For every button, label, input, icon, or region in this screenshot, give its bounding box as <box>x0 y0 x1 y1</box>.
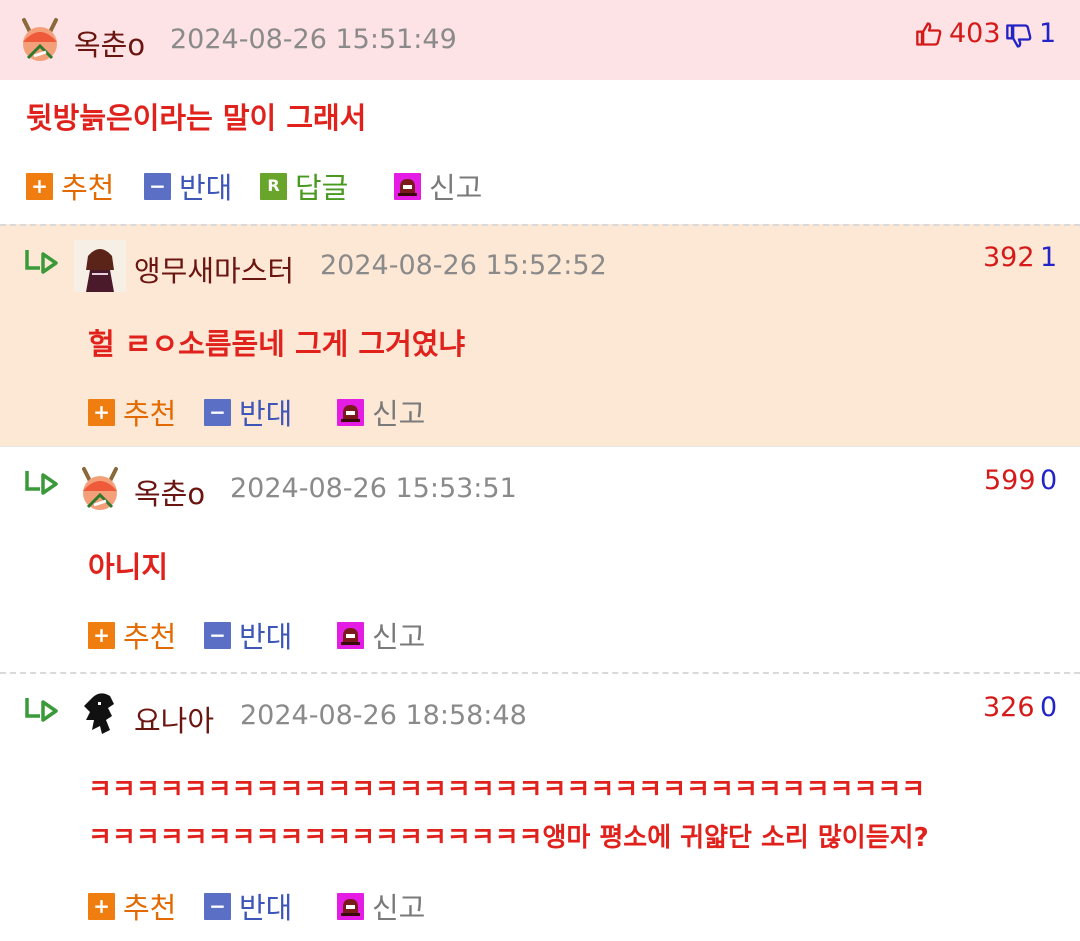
comment-1: 앵무새마스터 2024-08-26 15:52:52 392 1 헐 ㄹㅇ소름돋… <box>0 224 1080 446</box>
minus-icon: − <box>144 172 171 200</box>
recommend-button[interactable]: + 추천 <box>26 168 115 205</box>
avatar-silhouette-icon[interactable] <box>78 690 126 738</box>
oppose-button[interactable]: − 반대 <box>144 168 233 205</box>
thumbs-up-icon[interactable] <box>915 20 943 48</box>
comment-text: 아니지 <box>88 550 169 584</box>
nickname[interactable]: 옥춘o <box>134 471 205 513</box>
upvote-count: 392 <box>983 242 1035 273</box>
siren-icon <box>337 892 364 920</box>
siren-icon <box>394 172 421 200</box>
upvote-count: 326 <box>983 692 1035 723</box>
nickname[interactable]: 옥춘o <box>74 22 145 64</box>
reply-arrow-icon <box>25 471 58 495</box>
recommend-button[interactable]: + 추천 <box>88 888 177 925</box>
oppose-button[interactable]: − 반대 <box>204 617 293 654</box>
recommend-label: 추천 <box>123 891 177 925</box>
upvote-count: 403 <box>949 18 1001 49</box>
report-label: 신고 <box>372 397 426 431</box>
siren-icon <box>337 398 364 426</box>
comment-date: 2024-08-26 15:51:49 <box>170 24 457 55</box>
recommend-button[interactable]: + 추천 <box>88 394 177 431</box>
upvote-count: 599 <box>984 465 1036 496</box>
minus-icon: − <box>204 398 231 426</box>
comment-text: 뒷방늙은이라는 말이 그래서 <box>26 101 367 135</box>
report-label: 신고 <box>372 620 426 654</box>
reply-button[interactable]: R 답글 <box>260 168 349 205</box>
plus-icon: + <box>26 172 53 200</box>
oppose-button[interactable]: − 반대 <box>204 394 293 431</box>
comment-date: 2024-08-26 15:52:52 <box>320 250 607 281</box>
recommend-label: 추천 <box>123 620 177 654</box>
downvote-count: 1 <box>1039 18 1057 49</box>
avatar-rabbit-icon[interactable] <box>74 461 126 513</box>
oppose-label: 반대 <box>239 891 293 925</box>
nickname[interactable]: 앵무새마스터 <box>134 248 294 290</box>
comment-text: 헐 ㄹㅇ소름돋네 그게 그거였냐 <box>88 327 466 361</box>
downvote-count: 1 <box>1040 242 1058 273</box>
thumbs-down-icon[interactable] <box>1005 22 1033 50</box>
report-button[interactable]: 신고 <box>337 617 426 654</box>
report-button[interactable]: 신고 <box>394 168 483 205</box>
avatar-doll-icon[interactable] <box>74 240 126 292</box>
downvote-count: 0 <box>1040 692 1058 723</box>
comment-date: 2024-08-26 18:58:48 <box>240 700 527 731</box>
plus-icon: + <box>88 892 115 920</box>
comment-text-line-1: ㅋㅋㅋㅋㅋㅋㅋㅋㅋㅋㅋㅋㅋㅋㅋㅋㅋㅋㅋㅋㅋㅋㅋㅋㅋㅋㅋㅋㅋㅋㅋㅋㅋㅋㅋ <box>88 775 926 805</box>
comment-2: 옥춘o 2024-08-26 15:53:51 599 0 아니지 + 추천 −… <box>0 446 1080 672</box>
downvote-count: 0 <box>1040 465 1058 496</box>
plus-icon: + <box>88 621 115 649</box>
minus-icon: − <box>204 621 231 649</box>
siren-icon <box>337 621 364 649</box>
oppose-label: 반대 <box>179 171 233 205</box>
report-label: 신고 <box>372 891 426 925</box>
comment-text-line-2: ㅋㅋㅋㅋㅋㅋㅋㅋㅋㅋㅋㅋㅋㅋㅋㅋㅋㅋㅋ앵마 평소에 귀얇단 소리 많이듣지? <box>88 823 929 853</box>
plus-icon: + <box>88 398 115 426</box>
oppose-label: 반대 <box>239 620 293 654</box>
reply-icon: R <box>260 172 287 200</box>
comment-date: 2024-08-26 15:53:51 <box>230 473 517 504</box>
report-label: 신고 <box>429 171 483 205</box>
recommend-button[interactable]: + 추천 <box>88 617 177 654</box>
comment-3: 요나아 2024-08-26 18:58:48 326 0 ㅋㅋㅋㅋㅋㅋㅋㅋㅋㅋ… <box>0 672 1080 941</box>
reply-arrow-icon <box>25 250 58 274</box>
oppose-button[interactable]: − 반대 <box>204 888 293 925</box>
report-button[interactable]: 신고 <box>337 394 426 431</box>
reply-label: 답글 <box>295 171 349 205</box>
avatar-rabbit-icon[interactable] <box>14 12 66 64</box>
oppose-label: 반대 <box>239 397 293 431</box>
recommend-label: 추천 <box>123 397 177 431</box>
nickname[interactable]: 요나아 <box>134 698 214 740</box>
reply-arrow-icon <box>25 698 58 722</box>
minus-icon: − <box>204 892 231 920</box>
comment-0: 옥춘o 2024-08-26 15:51:49 403 1 뒷방늙은이라는 말이… <box>0 0 1080 224</box>
recommend-label: 추천 <box>61 171 115 205</box>
report-button[interactable]: 신고 <box>337 888 426 925</box>
